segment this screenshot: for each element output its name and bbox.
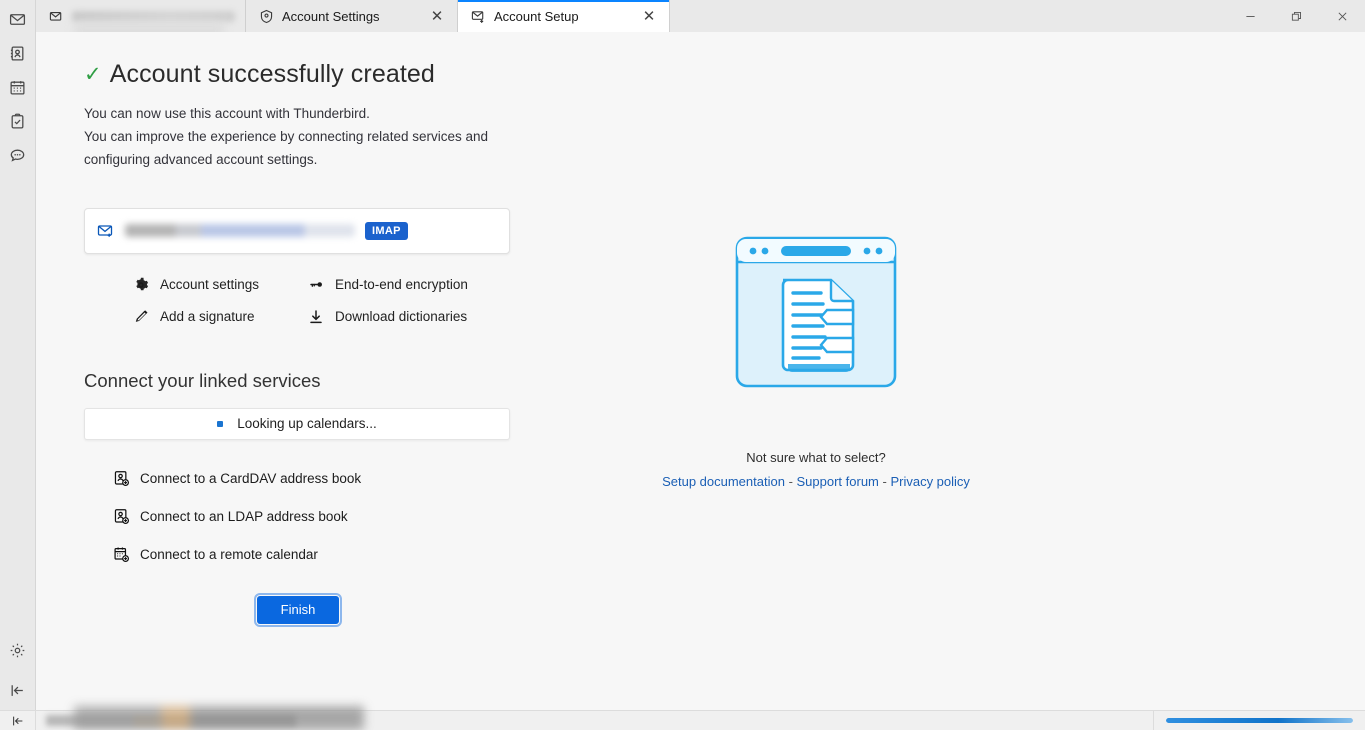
connect-calendar[interactable]: Connect to a remote calendar <box>112 546 554 564</box>
page-title-text: Account successfully created <box>110 60 435 89</box>
space-settings[interactable] <box>4 636 32 664</box>
pencil-icon <box>132 308 150 326</box>
action-label: Download dictionaries <box>335 309 467 324</box>
gear-icon <box>132 276 150 294</box>
page-title: ✓ Account successfully created <box>84 60 554 89</box>
status-badge: IMAP <box>365 222 408 240</box>
space-calendar[interactable] <box>4 73 32 101</box>
tab-label <box>72 11 235 22</box>
account-card[interactable]: IMAP <box>84 208 510 254</box>
link-setup-documentation[interactable]: Setup documentation <box>662 474 785 489</box>
collapse-icon[interactable] <box>0 711 36 730</box>
tab-account-setup[interactable]: Account Setup ✕ <box>458 0 670 32</box>
close-button[interactable] <box>1319 0 1365 32</box>
space-address-book[interactable] <box>4 39 32 67</box>
tab-account-settings[interactable]: Account Settings ✕ <box>246 0 458 32</box>
subtext-line-1: You can now use this account with Thunde… <box>84 102 554 125</box>
action-label: Account settings <box>160 277 259 292</box>
tab-label: Account Setup <box>494 9 631 24</box>
account-setup-content: ✓ Account successfully created You can n… <box>36 32 1365 710</box>
window-controls <box>1227 0 1365 32</box>
space-collapse[interactable] <box>4 676 32 704</box>
lookup-status-text: Looking up calendars... <box>237 416 377 431</box>
account-email <box>125 224 355 237</box>
space-mail[interactable] <box>4 5 32 33</box>
document-window-illustration <box>731 232 901 392</box>
link-separator-2: - <box>879 474 891 489</box>
restore-button[interactable] <box>1273 0 1319 32</box>
check-icon: ✓ <box>84 64 102 85</box>
download-icon <box>307 308 325 326</box>
linked-services-heading: Connect your linked services <box>84 370 554 392</box>
address-book-add-icon <box>112 508 130 526</box>
space-tasks[interactable] <box>4 107 32 135</box>
connect-label: Connect to an LDAP address book <box>140 509 348 524</box>
action-label: Add a signature <box>160 309 255 324</box>
connect-label: Connect to a remote calendar <box>140 547 318 562</box>
key-icon <box>307 276 325 294</box>
account-setup-icon <box>470 8 486 24</box>
account-settings-icon <box>258 8 274 24</box>
account-actions: Account settings End-to-end encryption <box>132 276 554 326</box>
setup-left-column: ✓ Account successfully created You can n… <box>84 60 554 624</box>
help-prompt: Not sure what to select? <box>746 450 885 465</box>
lookup-status-card: Looking up calendars... <box>84 408 510 440</box>
action-label: End-to-end encryption <box>335 277 468 292</box>
spaces-toolbar <box>0 0 36 710</box>
progress-bar <box>1153 711 1353 730</box>
link-support-forum[interactable]: Support forum <box>797 474 879 489</box>
connect-label: Connect to a CardDAV address book <box>140 471 361 486</box>
connect-carddav[interactable]: Connect to a CardDAV address book <box>112 470 554 488</box>
link-privacy-policy[interactable]: Privacy policy <box>890 474 969 489</box>
calendar-add-icon <box>112 546 130 564</box>
finish-button[interactable]: Finish <box>257 596 339 624</box>
progress-track <box>1166 718 1353 723</box>
spinner-icon <box>217 421 223 427</box>
setup-help-column: Not sure what to select? Setup documenta… <box>646 232 986 489</box>
help-links: Setup documentation - Support forum - Pr… <box>662 474 970 489</box>
space-chat[interactable] <box>4 141 32 169</box>
action-dictionaries[interactable]: Download dictionaries <box>307 308 554 326</box>
mail-icon <box>48 8 64 24</box>
tab-bar: Account Settings ✕ Account Setup ✕ <box>36 0 1365 32</box>
thunderbird-window: Account Settings ✕ Account Setup ✕ <box>0 0 1365 730</box>
tab-label: Account Settings <box>282 9 419 24</box>
action-account-settings[interactable]: Account settings <box>132 276 307 294</box>
connect-ldap[interactable]: Connect to an LDAP address book <box>112 508 554 526</box>
minimize-button[interactable] <box>1227 0 1273 32</box>
taskbar-blur <box>74 706 364 730</box>
subtext-line-2: You can improve the experience by connec… <box>84 125 554 171</box>
progress-fill <box>1166 718 1353 723</box>
address-book-add-icon <box>112 470 130 488</box>
close-icon[interactable]: ✕ <box>427 6 447 26</box>
mail-account-icon <box>97 222 115 240</box>
action-encryption[interactable]: End-to-end encryption <box>307 276 554 294</box>
page-subtext: You can now use this account with Thunde… <box>84 102 554 172</box>
link-separator-1: - <box>785 474 797 489</box>
action-signature[interactable]: Add a signature <box>132 308 307 326</box>
connect-list: Connect to a CardDAV address book Connec… <box>112 470 554 564</box>
close-icon[interactable]: ✕ <box>639 6 659 26</box>
